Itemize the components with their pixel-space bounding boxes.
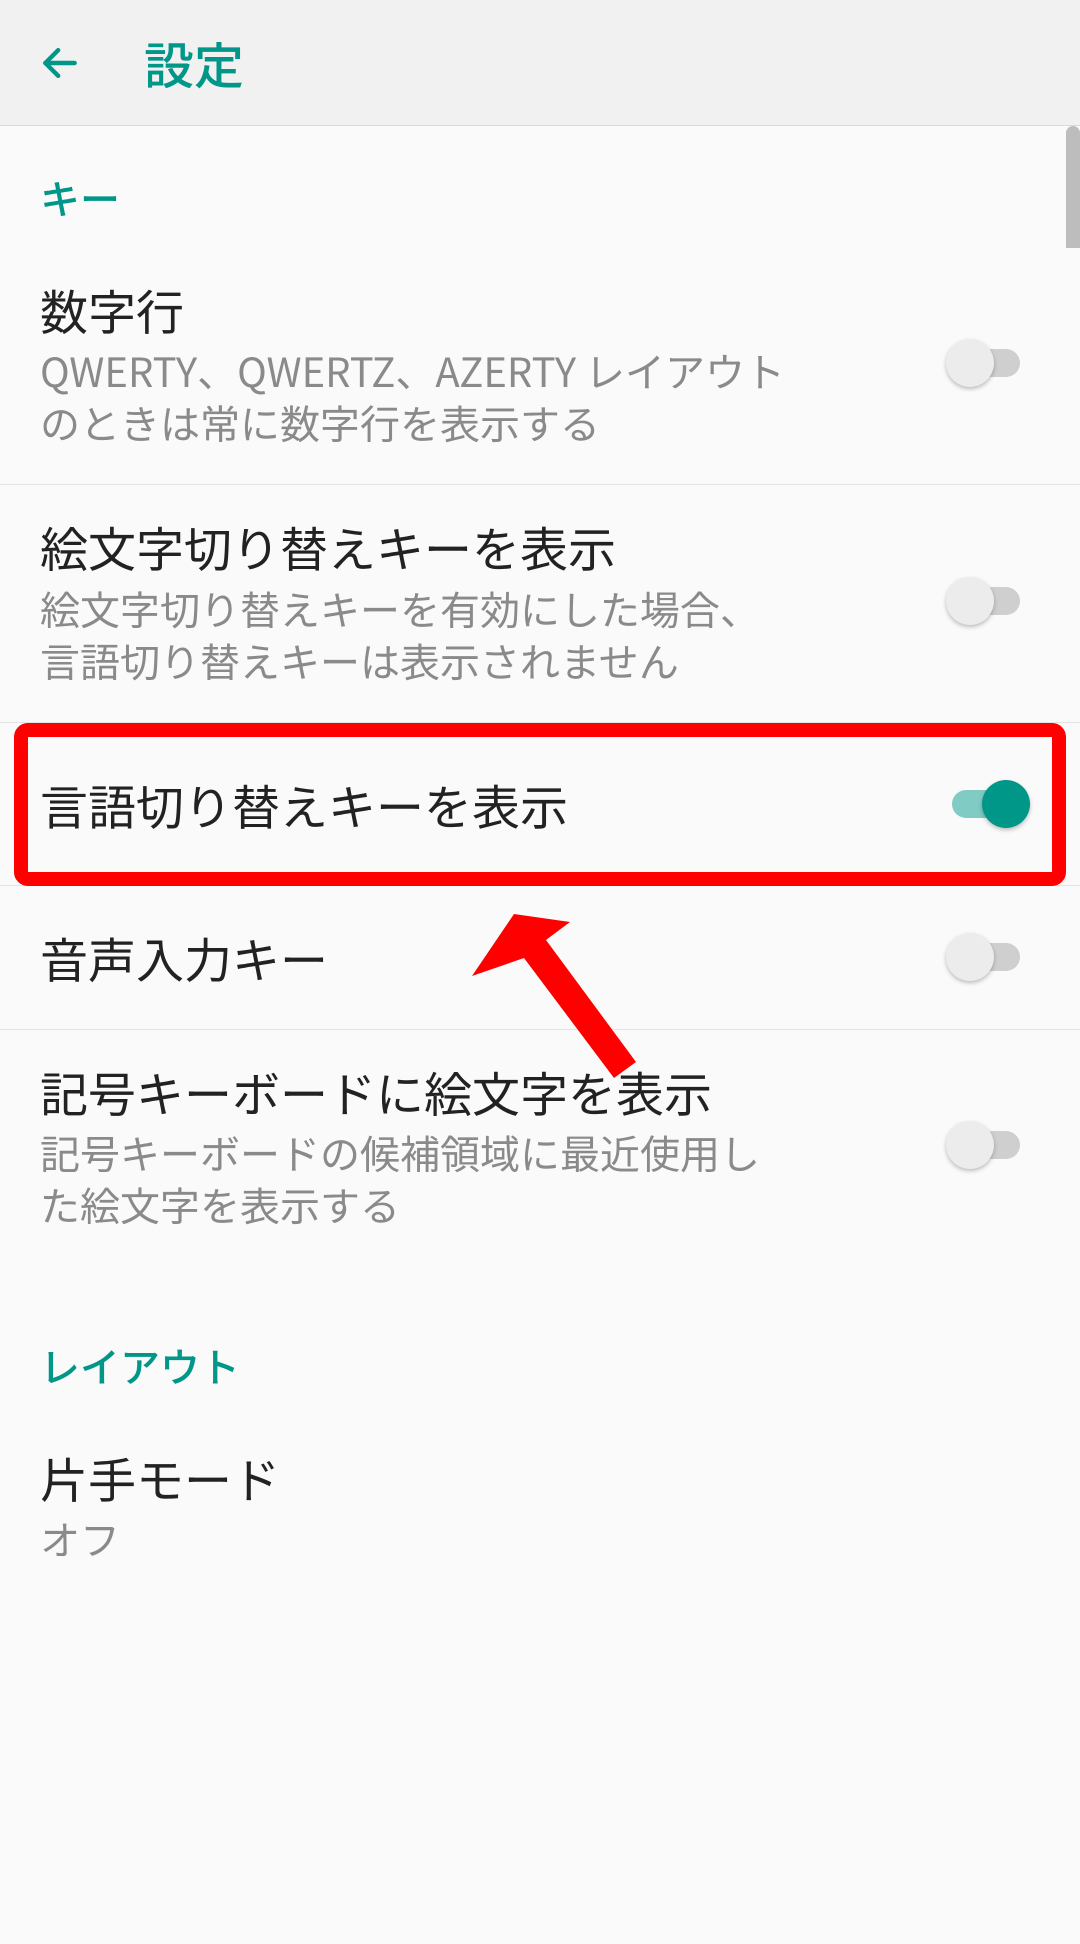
setting-title: 絵文字切り替えキーを表示	[40, 515, 790, 577]
toggle-number-row[interactable]	[952, 343, 1030, 383]
setting-title: 片手モード	[40, 1446, 790, 1508]
section-header-layout: レイアウト	[0, 1266, 1080, 1416]
scrollbar-thumb[interactable]	[1066, 126, 1080, 266]
toggle-voice-input[interactable]	[952, 937, 1030, 977]
section-header-keys: キー	[0, 126, 1080, 248]
setting-item-number-row[interactable]: 数字行 QWERTY、QWERTZ、AZERTY レイアウトのときは常に数字行を…	[0, 248, 1080, 485]
setting-title: 数字行	[40, 278, 790, 340]
toggle-emoji-switch[interactable]	[952, 581, 1030, 621]
setting-item-voice-input[interactable]: 音声入力キー	[0, 886, 1080, 1029]
page-title: 設定	[144, 27, 244, 99]
setting-item-one-hand[interactable]: 片手モード オフ	[0, 1416, 1080, 1564]
setting-desc: 記号キーボードの候補領域に最近使用した絵文字を表示する	[40, 1126, 790, 1230]
setting-item-symbol-emoji[interactable]: 記号キーボードに絵文字を表示 記号キーボードの候補領域に最近使用した絵文字を表示…	[0, 1030, 1080, 1266]
toggle-symbol-emoji[interactable]	[952, 1125, 1030, 1165]
back-arrow-icon[interactable]	[36, 39, 84, 87]
setting-item-emoji-switch[interactable]: 絵文字切り替えキーを表示 絵文字切り替えキーを有効にした場合、言語切り替えキーは…	[0, 485, 1080, 722]
setting-title: 記号キーボードに絵文字を表示	[40, 1060, 790, 1122]
setting-desc: 絵文字切り替えキーを有効にした場合、言語切り替えキーは表示されません	[40, 582, 790, 686]
setting-title: 言語切り替えキーを表示	[40, 773, 790, 835]
setting-item-lang-switch[interactable]: 言語切り替えキーを表示	[0, 723, 1080, 886]
setting-title: 音声入力キー	[40, 926, 790, 988]
toggle-lang-switch[interactable]	[952, 784, 1030, 824]
setting-desc: オフ	[40, 1512, 790, 1564]
setting-desc: QWERTY、QWERTZ、AZERTY レイアウトのときは常に数字行を表示する	[40, 344, 790, 448]
app-header: 設定	[0, 0, 1080, 126]
